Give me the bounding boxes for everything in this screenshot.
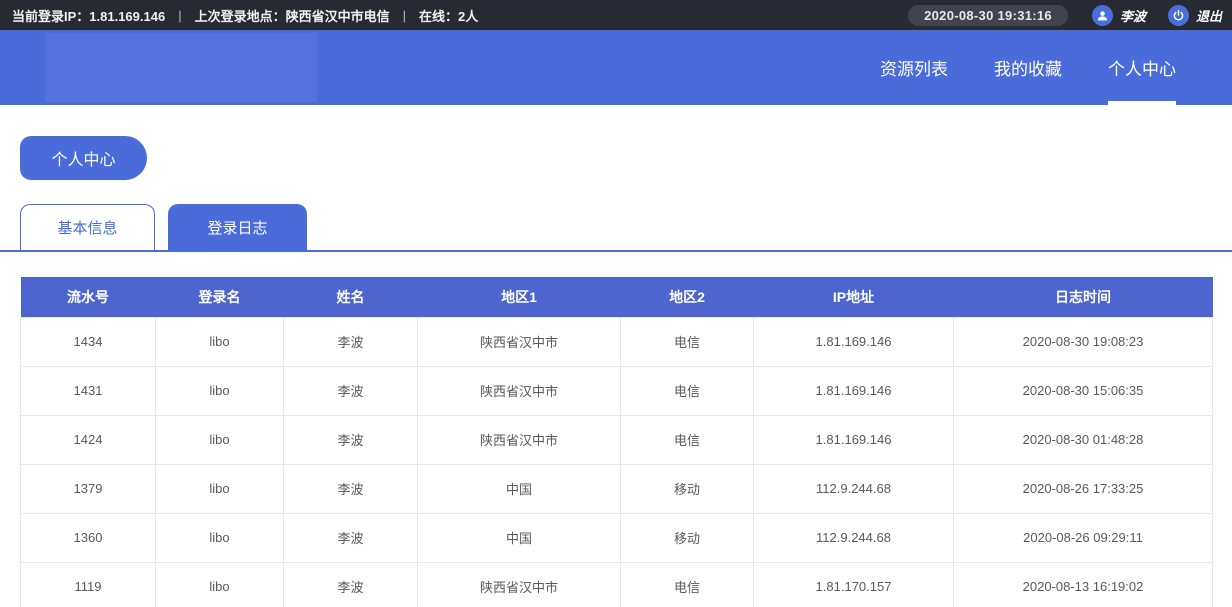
nav-item-my-favorites[interactable]: 我的收藏 xyxy=(994,30,1062,105)
cell-region2: 电信 xyxy=(621,317,754,366)
user-menu[interactable]: 李波 xyxy=(1092,5,1146,26)
cell-region2: 移动 xyxy=(621,513,754,562)
cell-login-name: libo xyxy=(156,562,284,607)
cell-region1: 中国 xyxy=(418,464,621,513)
tab-basic-info[interactable]: 基本信息 xyxy=(20,204,155,250)
table-row: 1434 libo 李波 陕西省汉中市 电信 1.81.169.146 2020… xyxy=(21,317,1213,366)
tab-bar: 基本信息 登录日志 xyxy=(0,204,1232,252)
cell-login-name: libo xyxy=(156,415,284,464)
cell-ip: 1.81.169.146 xyxy=(754,317,954,366)
top-status-bar: 当前登录IP：1.81.169.146 | 上次登录地点：陕西省汉中市电信 | … xyxy=(0,0,1232,30)
cell-name: 李波 xyxy=(284,366,418,415)
current-time-badge: 2020-08-30 19:31:16 xyxy=(908,5,1068,26)
main-header: 资源列表 我的收藏 个人中心 xyxy=(0,30,1232,105)
cell-region1: 中国 xyxy=(418,513,621,562)
cell-name: 李波 xyxy=(284,415,418,464)
table-row: 1424 libo 李波 陕西省汉中市 电信 1.81.169.146 2020… xyxy=(21,415,1213,464)
cell-region1: 陕西省汉中市 xyxy=(418,415,621,464)
page-title-button[interactable]: 个人中心 xyxy=(20,136,147,180)
nav-item-label: 资源列表 xyxy=(880,55,948,80)
cell-log-time: 2020-08-30 15:06:35 xyxy=(954,366,1213,415)
cell-ip: 1.81.169.146 xyxy=(754,366,954,415)
cell-login-name: libo xyxy=(156,464,284,513)
cell-ip: 1.81.170.157 xyxy=(754,562,954,607)
col-header-log-time: 日志时间 xyxy=(954,277,1213,317)
cell-serial: 1379 xyxy=(21,464,156,513)
cell-log-time: 2020-08-26 09:29:11 xyxy=(954,513,1213,562)
table-row: 1119 libo 李波 陕西省汉中市 电信 1.81.170.157 2020… xyxy=(21,562,1213,607)
current-ip-label: 当前登录IP：1.81.169.146 xyxy=(12,6,165,25)
tab-login-log[interactable]: 登录日志 xyxy=(168,204,307,250)
cell-serial: 1119 xyxy=(21,562,156,607)
cell-log-time: 2020-08-13 16:19:02 xyxy=(954,562,1213,607)
active-underline xyxy=(1108,101,1176,105)
cell-serial: 1431 xyxy=(21,366,156,415)
cell-login-name: libo xyxy=(156,366,284,415)
cell-serial: 1434 xyxy=(21,317,156,366)
logout-label: 退出 xyxy=(1196,6,1222,25)
nav-item-label: 个人中心 xyxy=(1108,55,1176,80)
cell-log-time: 2020-08-26 17:33:25 xyxy=(954,464,1213,513)
cell-serial: 1360 xyxy=(21,513,156,562)
table-row: 1379 libo 李波 中国 移动 112.9.244.68 2020-08-… xyxy=(21,464,1213,513)
main-nav: 资源列表 我的收藏 个人中心 xyxy=(880,30,1176,105)
cell-name: 李波 xyxy=(284,562,418,607)
nav-item-personal-center[interactable]: 个人中心 xyxy=(1108,30,1176,105)
cell-log-time: 2020-08-30 01:48:28 xyxy=(954,415,1213,464)
cell-log-time: 2020-08-30 19:08:23 xyxy=(954,317,1213,366)
power-icon xyxy=(1168,5,1189,26)
cell-name: 李波 xyxy=(284,317,418,366)
cell-ip: 1.81.169.146 xyxy=(754,415,954,464)
table-header-row: 流水号 登录名 姓名 地区1 地区2 IP地址 日志时间 xyxy=(21,277,1213,317)
col-header-region1: 地区1 xyxy=(418,277,621,317)
nav-item-resource-list[interactable]: 资源列表 xyxy=(880,30,948,105)
topbar-right-group: 2020-08-30 19:31:16 李波 退出 xyxy=(908,5,1222,26)
col-header-name: 姓名 xyxy=(284,277,418,317)
col-header-region2: 地区2 xyxy=(621,277,754,317)
cell-name: 李波 xyxy=(284,513,418,562)
logout-button[interactable]: 退出 xyxy=(1168,5,1222,26)
table-row: 1431 libo 李波 陕西省汉中市 电信 1.81.169.146 2020… xyxy=(21,366,1213,415)
login-info-group: 当前登录IP：1.81.169.146 | 上次登录地点：陕西省汉中市电信 | … xyxy=(12,6,478,25)
cell-region1: 陕西省汉中市 xyxy=(418,366,621,415)
cell-region2: 移动 xyxy=(621,464,754,513)
cell-login-name: libo xyxy=(156,513,284,562)
col-header-login-name: 登录名 xyxy=(156,277,284,317)
table-row: 1360 libo 李波 中国 移动 112.9.244.68 2020-08-… xyxy=(21,513,1213,562)
col-header-serial: 流水号 xyxy=(21,277,156,317)
cell-region2: 电信 xyxy=(621,415,754,464)
logo-placeholder xyxy=(45,33,317,102)
cell-name: 李波 xyxy=(284,464,418,513)
nav-item-label: 我的收藏 xyxy=(994,55,1062,80)
col-header-ip: IP地址 xyxy=(754,277,954,317)
online-count-label: 在线：2人 xyxy=(419,6,478,25)
cell-login-name: libo xyxy=(156,317,284,366)
user-icon xyxy=(1092,5,1113,26)
cell-ip: 112.9.244.68 xyxy=(754,513,954,562)
cell-region1: 陕西省汉中市 xyxy=(418,317,621,366)
cell-ip: 112.9.244.68 xyxy=(754,464,954,513)
last-login-location-label: 上次登录地点：陕西省汉中市电信 xyxy=(195,6,390,25)
cell-region2: 电信 xyxy=(621,562,754,607)
username-label: 李波 xyxy=(1120,6,1146,25)
separator: | xyxy=(403,8,406,23)
login-log-table: 流水号 登录名 姓名 地区1 地区2 IP地址 日志时间 1434 libo 李… xyxy=(20,277,1213,607)
cell-serial: 1424 xyxy=(21,415,156,464)
cell-region2: 电信 xyxy=(621,366,754,415)
separator: | xyxy=(178,8,181,23)
cell-region1: 陕西省汉中市 xyxy=(418,562,621,607)
